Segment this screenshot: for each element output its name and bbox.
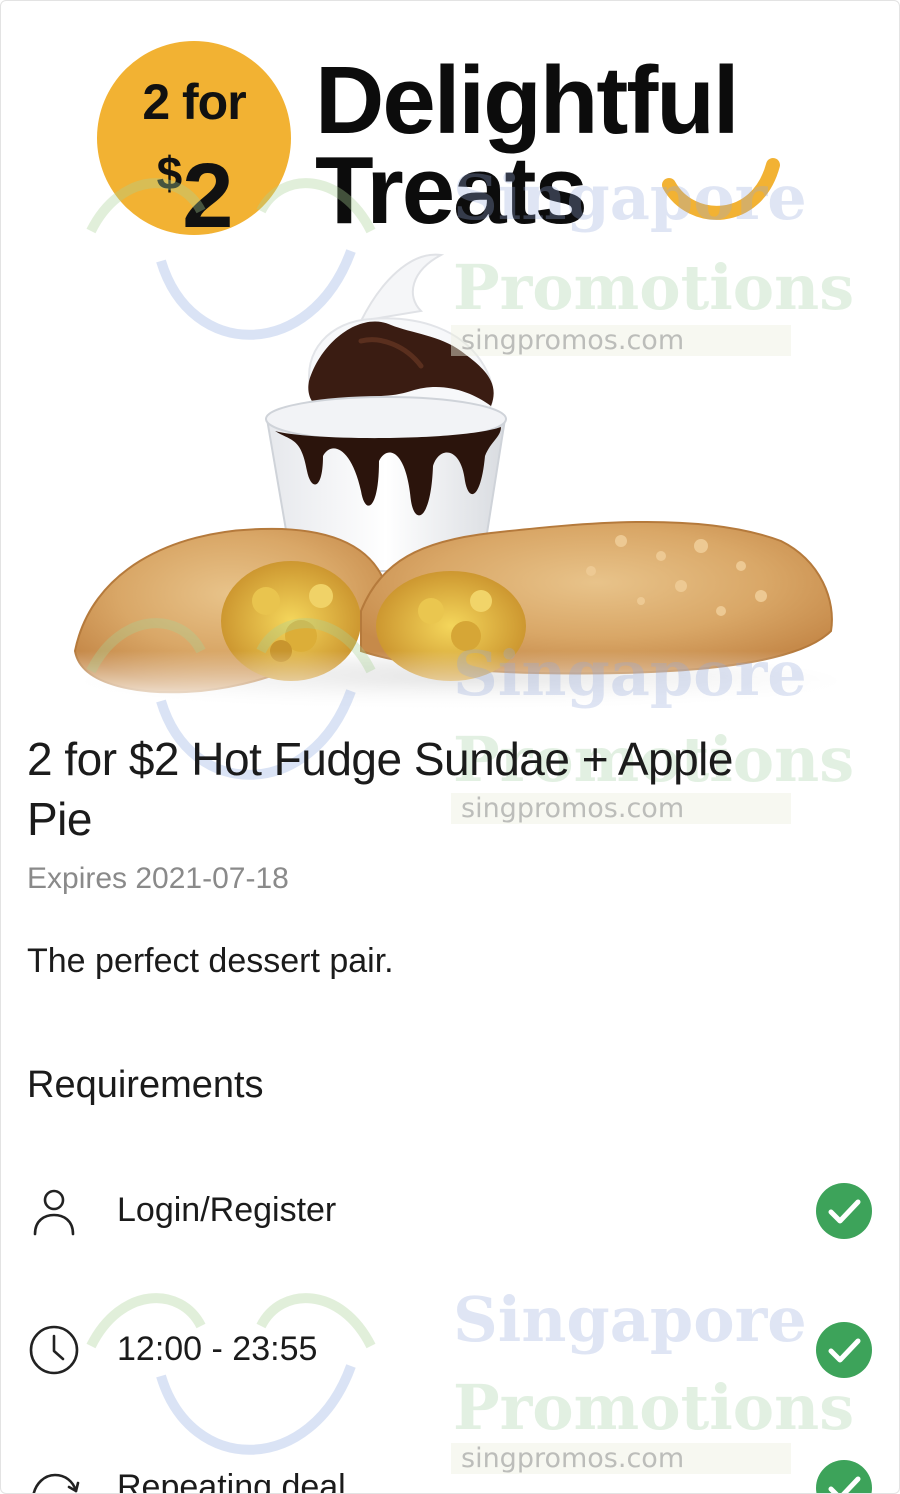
badge-quantity-text: 2 for (142, 74, 246, 130)
requirement-row-time[interactable]: 12:00 - 23:55 (1, 1305, 899, 1395)
smile-arc-icon (662, 158, 780, 220)
promo-banner: 2 for $2 Delightful Treats (1, 1, 899, 711)
badge-amount: 2 (182, 145, 233, 247)
check-circle-icon (816, 1460, 872, 1493)
badge-price: $2 (97, 125, 291, 244)
repeat-icon (32, 1473, 80, 1493)
requirement-row-login[interactable]: Login/Register (1, 1166, 899, 1256)
price-badge: 2 for $2 (97, 41, 291, 244)
check-circle-icon (816, 1322, 872, 1378)
hero-fade (1, 651, 899, 711)
check-circle-icon (816, 1183, 872, 1239)
requirement-label: 12:00 - 23:55 (117, 1330, 318, 1368)
offer-title: 2 for $2 Hot Fudge Sundae + Apple Pie (27, 733, 733, 845)
requirements-heading: Requirements (27, 1064, 264, 1106)
badge-currency: $ (156, 147, 183, 199)
offer-expiry-date: Expires 2021-07-18 (27, 862, 289, 895)
requirement-label: Repeating deal (117, 1468, 346, 1494)
requirement-row-repeating[interactable]: Repeating deal (1, 1443, 899, 1494)
sundae-and-apple-pie-image (73, 253, 841, 711)
user-icon (33, 1189, 75, 1236)
offer-description: The perfect dessert pair. (27, 942, 394, 980)
banner-headline-line1: Delightful (315, 47, 740, 154)
requirement-label: Login/Register (117, 1191, 337, 1229)
clock-icon (29, 1325, 79, 1375)
banner-headline-line2: Treats (315, 137, 588, 244)
offer-detail-screen: 2 for $2 Delightful Treats Singapore Pro… (0, 0, 900, 1494)
